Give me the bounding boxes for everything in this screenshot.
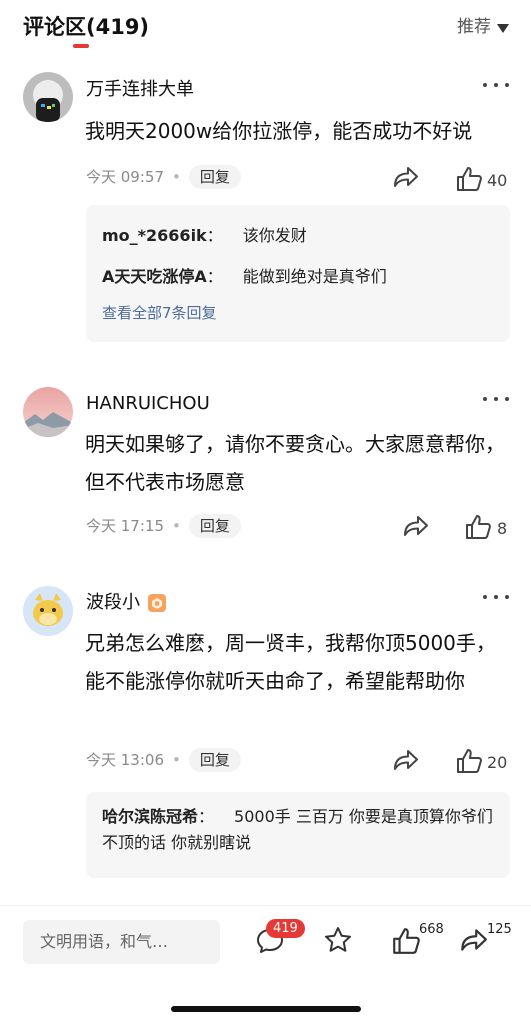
comment-meta: 今天 13:06 • 回复 <box>86 748 241 772</box>
thumbs-up-icon[interactable] <box>455 165 483 193</box>
reply-item[interactable]: A天天吃涨停A： 能做到绝对是真爷们 <box>102 264 496 290</box>
comment-text: 我明天2000w给你拉涨停，能否成功不好说 <box>85 119 473 143</box>
more-icon[interactable] <box>483 81 509 89</box>
share-icon[interactable] <box>401 513 429 539</box>
comment-time: 今天 09:57 <box>86 168 164 186</box>
reply-author[interactable]: mo_*2666ik <box>102 226 207 245</box>
home-indicator[interactable] <box>171 1006 361 1012</box>
like-count: 8 <box>497 519 508 538</box>
reply-button[interactable]: 回复 <box>188 514 241 538</box>
comment-count-badge: 419 <box>266 919 305 938</box>
thumbs-up-icon[interactable] <box>391 926 421 956</box>
star-icon[interactable] <box>323 925 353 955</box>
reply-item[interactable]: mo_*2666ik： 该你发财 <box>102 223 496 249</box>
share-icon[interactable] <box>391 164 419 190</box>
reply-separator: ： <box>206 267 223 286</box>
more-icon[interactable] <box>483 395 509 403</box>
comment-meta: 今天 09:57 • 回复 <box>86 165 241 189</box>
share-icon[interactable] <box>458 926 488 954</box>
reply-preview-box: 哈尔滨陈冠希： 5000手 三百万 你要是真顶算你爷们 不顶的话 你就别瞎说 <box>86 792 510 878</box>
thumbs-up-icon[interactable] <box>455 747 483 775</box>
thumbs-up-icon[interactable] <box>464 513 492 541</box>
comment-time: 今天 13:06 <box>86 751 164 769</box>
comment-text: 明天如果够了，请你不要贪心。大家愿意帮你，但不代表市场愿意 <box>85 432 505 494</box>
like-count: 668 <box>419 922 444 937</box>
reply-separator: ： <box>198 807 215 826</box>
reply-button[interactable]: 回复 <box>188 748 241 772</box>
share-count: 125 <box>487 922 512 937</box>
reply-text: 该你发财 <box>242 226 307 245</box>
sort-label: 推荐 <box>457 17 491 37</box>
reply-button[interactable]: 回复 <box>188 165 241 189</box>
like-count: 40 <box>487 171 508 190</box>
reply-preview-box: mo_*2666ik： 该你发财 A天天吃涨停A： 能做到绝对是真爷们 查看全部7条… <box>86 205 510 342</box>
reply-text: 能做到绝对是真爷们 <box>242 267 387 286</box>
comment-input[interactable]: 文明用语，和气… <box>23 920 220 964</box>
view-all-replies-link[interactable]: 查看全部7条回复 <box>102 302 217 324</box>
comment-author[interactable]: 万手连排大单 <box>86 78 194 102</box>
comments-title: 评论区(419) <box>23 15 150 39</box>
avatar[interactable] <box>23 586 73 636</box>
title-underline <box>73 44 89 48</box>
reply-separator: ： <box>206 226 223 245</box>
sort-dropdown[interactable]: 推荐 <box>457 14 509 40</box>
comment-author[interactable]: 波段小 <box>86 591 140 615</box>
reply-author[interactable]: 哈尔滨陈冠希 <box>102 807 198 826</box>
fan-badge-icon <box>146 592 168 614</box>
comment-author-row: 波段小 <box>86 591 168 615</box>
more-icon[interactable] <box>483 593 509 601</box>
reply-item[interactable]: 哈尔滨陈冠希： 5000手 三百万 你要是真顶算你爷们 不顶的话 你就别瞎说 <box>102 804 496 856</box>
share-icon[interactable] <box>391 747 419 773</box>
comment-meta: 今天 17:15 • 回复 <box>86 514 241 538</box>
bottom-bar-divider <box>0 905 531 906</box>
avatar[interactable] <box>23 72 73 122</box>
comment-text: 兄弟怎么难麽，周一贤丰，我帮你顶5000手，能不能涨停你就听天由命了，希望能帮助… <box>85 631 496 693</box>
comment-author[interactable]: HANRUICHOU <box>86 392 210 416</box>
chevron-down-icon <box>497 23 509 33</box>
reply-author[interactable]: A天天吃涨停A <box>102 267 207 286</box>
like-count: 20 <box>487 753 508 772</box>
comment-time: 今天 17:15 <box>86 517 164 535</box>
avatar[interactable] <box>23 387 73 437</box>
